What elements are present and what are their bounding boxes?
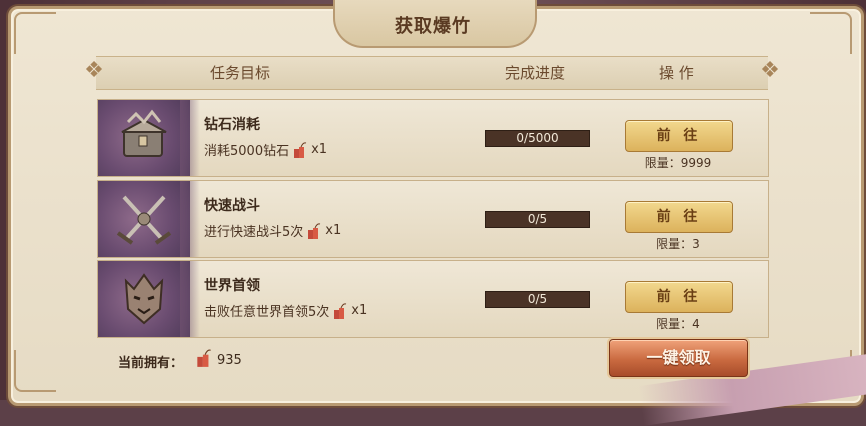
task-description: 消耗5000钻石 x1: [204, 140, 327, 159]
limit-text: 限量：4: [656, 317, 700, 331]
crossed-swords-icon: [116, 195, 172, 245]
task-row: 快速战斗 进行快速战斗5次 x1 0/5 前 往 限量：3: [97, 180, 769, 258]
owned-value: 935: [217, 353, 242, 368]
go-button[interactable]: 前 往: [625, 201, 733, 233]
header-ornament-icon: ❖: [760, 58, 780, 83]
go-button[interactable]: 前 往: [625, 120, 733, 152]
task-name: 钻石消耗: [204, 117, 260, 133]
firecracker-icon: [334, 302, 347, 319]
task-row: 钻石消耗 消耗5000钻石 x1 0/5000 前 往 限量：9999: [97, 99, 769, 177]
task-desc-text: 击败任意世界首领5次: [204, 305, 330, 320]
claim-all-button[interactable]: 一键领取: [609, 339, 748, 377]
firecracker-icon: [294, 141, 307, 158]
task-row: 世界首领 击败任意世界首领5次 x1 0/5 前 往 限量：4: [97, 260, 769, 338]
task-description: 击败任意世界首领5次 x1: [204, 301, 367, 320]
go-button[interactable]: 前 往: [625, 281, 733, 313]
limit-text: 限量：9999: [644, 156, 712, 170]
panel-corner-ornament: [14, 350, 56, 392]
header-ornament-icon: ❖: [84, 58, 104, 83]
reward-count: x1: [351, 303, 368, 318]
task-name: 世界首领: [204, 278, 260, 294]
task-thumbnail: [98, 100, 200, 176]
limit-text: 限量：3: [656, 237, 700, 251]
task-name: 快速战斗: [204, 198, 260, 214]
progress-bar: 0/5: [485, 291, 590, 308]
task-desc-text: 消耗5000钻石: [204, 144, 290, 159]
header-task: 任务目标: [210, 64, 271, 82]
panel-corner-ornament: [14, 12, 56, 54]
reward-count: x1: [325, 223, 342, 238]
boss-helmet-icon: [124, 273, 164, 325]
progress-bar: 0/5: [485, 211, 590, 228]
task-desc-text: 进行快速战斗5次: [204, 225, 304, 240]
header-action: 操 作: [659, 64, 694, 82]
progress-bar: 0/5000: [485, 130, 590, 147]
task-thumbnail: [98, 261, 200, 337]
treasure-chest-icon: [121, 109, 167, 157]
reward-count: x1: [311, 142, 328, 157]
owned-label: 当前拥有：: [118, 356, 184, 371]
panel-corner-ornament: [810, 12, 852, 54]
panel-title: 获取爆竹: [395, 16, 471, 37]
task-description: 进行快速战斗5次 x1: [204, 221, 341, 240]
firecracker-icon: [308, 222, 321, 239]
header-progress: 完成进度: [505, 64, 566, 82]
task-thumbnail: [98, 181, 200, 257]
firecracker-icon: [197, 349, 211, 367]
